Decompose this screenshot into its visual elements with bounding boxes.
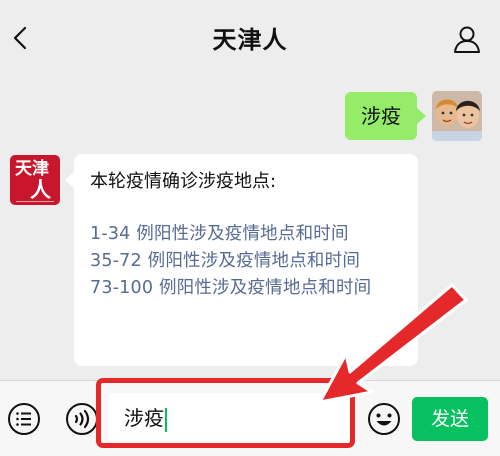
message-link[interactable]: 35-72 例阳性涉及疫情地点和时间 xyxy=(90,248,404,275)
avatar-logo-text-2: 人 xyxy=(30,177,51,202)
message-heading: 本轮疫情确诊涉疫地点: xyxy=(90,171,277,192)
avatar-divider xyxy=(16,201,54,202)
message-link-list: 1-34 例阳性涉及疫情地点和时间 35-72 例阳性涉及疫情地点和时间 73-… xyxy=(90,221,404,302)
voice-icon[interactable] xyxy=(64,401,100,437)
outgoing-message[interactable]: 涉疫 xyxy=(345,92,426,140)
message-link[interactable]: 1-34 例阳性涉及疫情地点和时间 xyxy=(90,221,404,248)
menu-icon[interactable] xyxy=(6,401,42,437)
emoji-icon[interactable] xyxy=(366,401,402,437)
user-photo xyxy=(432,91,482,141)
avatar-logo-text: 天津 xyxy=(15,159,49,179)
user-avatar[interactable] xyxy=(432,91,482,141)
profile-icon[interactable] xyxy=(452,24,482,54)
incoming-message: 本轮疫情确诊涉疫地点: 1-34 例阳性涉及疫情地点和时间 35-72 例阳性涉… xyxy=(65,154,418,366)
message-link[interactable]: 73-100 例阳性涉及疫情地点和时间 xyxy=(90,275,404,302)
chat-header: 天津人 xyxy=(0,0,500,72)
chat-area[interactable]: 涉疫 天津 人 本轮疫情确诊涉疫地点: 1-34 例阳性涉及疫情地点和时间 35… xyxy=(0,72,500,380)
annotation-highlight-box xyxy=(96,378,355,448)
send-button[interactable]: 发送 xyxy=(412,397,488,441)
chat-title: 天津人 xyxy=(212,26,288,54)
official-account-avatar[interactable]: 天津 人 xyxy=(10,155,60,205)
